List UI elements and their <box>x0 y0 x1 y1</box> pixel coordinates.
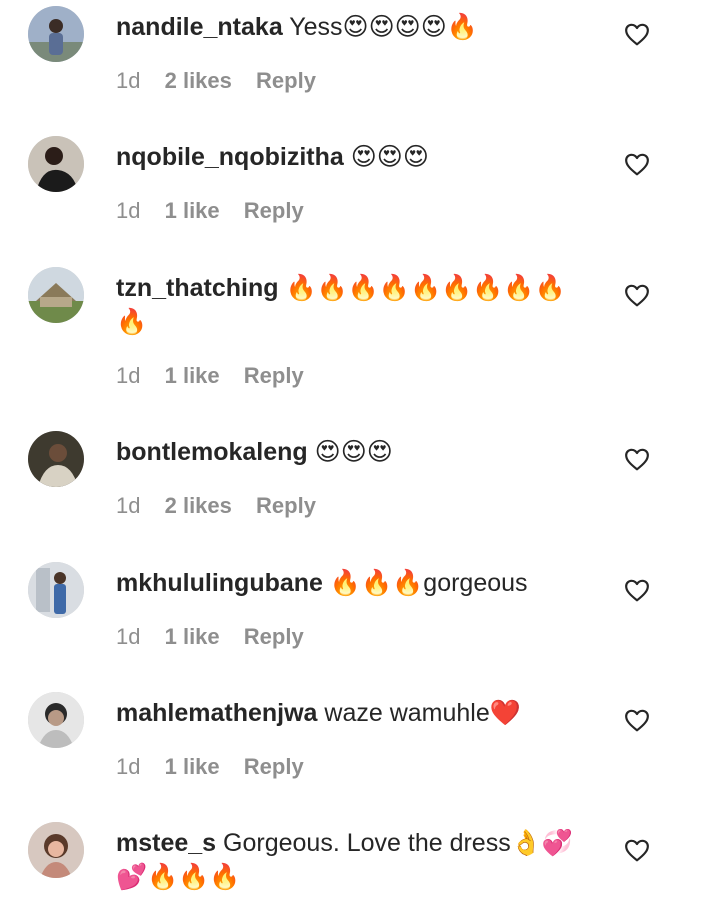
avatar[interactable] <box>28 136 84 192</box>
avatar-image <box>28 136 84 192</box>
avatar[interactable] <box>28 822 84 878</box>
comment-time: 1d <box>116 363 141 388</box>
comment-likes[interactable]: 1 like <box>165 198 220 223</box>
comment-body: mahlemathenjwa waze wamuhle❤️ 1d 1 like … <box>116 696 596 780</box>
reply-button[interactable]: Reply <box>244 363 304 388</box>
comment-meta: 1d 1 like Reply <box>116 754 596 780</box>
reply-button[interactable]: Reply <box>244 624 304 649</box>
comment-message: waze wamuhle❤️ <box>324 699 521 727</box>
comment-text: bontlemokaleng 😍😍😍 <box>116 435 596 469</box>
comment-meta: 1d 1 like Reply <box>116 363 596 389</box>
comment-time: 1d <box>116 624 141 649</box>
comment-likes[interactable]: 1 like <box>165 754 220 779</box>
comment-text: mstee_s Gorgeous. Love the dress👌💞💕🔥🔥🔥 <box>116 826 596 894</box>
avatar[interactable] <box>28 692 84 748</box>
comment-time: 1d <box>116 493 141 518</box>
comment-meta: 1d 1 like Reply <box>116 624 596 650</box>
comment-meta: 1d 2 likes Reply <box>116 493 596 519</box>
comment-likes[interactable]: 2 likes <box>165 68 232 93</box>
comment-username[interactable]: mkhululingubane <box>116 569 323 597</box>
comment-username[interactable]: bontlemokaleng <box>116 438 308 466</box>
heart-icon[interactable] <box>624 578 650 602</box>
comment-likes[interactable]: 2 likes <box>165 493 232 518</box>
comment-text: tzn_thatching 🔥🔥🔥🔥🔥🔥🔥🔥🔥 🔥 <box>116 271 596 339</box>
comment-text: mahlemathenjwa waze wamuhle❤️ <box>116 696 596 730</box>
heart-icon[interactable] <box>624 447 650 471</box>
comment-username[interactable]: tzn_thatching <box>116 274 279 302</box>
avatar[interactable] <box>28 431 84 487</box>
avatar-image <box>28 822 84 878</box>
avatar[interactable] <box>28 267 84 323</box>
avatar-image <box>28 6 84 62</box>
comment-likes[interactable]: 1 like <box>165 363 220 388</box>
comment-body: nandile_ntaka Yess😍😍😍😍🔥 1d 2 likes Reply <box>116 10 596 94</box>
comment-message: 😍😍😍 <box>314 438 393 466</box>
comment-message: 😍😍😍 <box>350 143 429 171</box>
comment-body: mstee_s Gorgeous. Love the dress👌💞💕🔥🔥🔥 <box>116 826 596 894</box>
comment-username[interactable]: mahlemathenjwa <box>116 699 317 727</box>
heart-icon[interactable] <box>624 708 650 732</box>
reply-button[interactable]: Reply <box>244 198 304 223</box>
comment-body: bontlemokaleng 😍😍😍 1d 2 likes Reply <box>116 435 596 519</box>
comment-username[interactable]: mstee_s <box>116 829 216 857</box>
avatar-image <box>28 562 84 618</box>
comment-time: 1d <box>116 68 141 93</box>
comment-meta: 1d 2 likes Reply <box>116 68 596 94</box>
comment-body: tzn_thatching 🔥🔥🔥🔥🔥🔥🔥🔥🔥 🔥 1d 1 like Repl… <box>116 271 596 389</box>
heart-icon[interactable] <box>624 22 650 46</box>
comment-username[interactable]: nqobile_nqobizitha <box>116 143 344 171</box>
comment-username[interactable]: nandile_ntaka <box>116 13 283 41</box>
reply-button[interactable]: Reply <box>244 754 304 779</box>
avatar-image <box>28 267 84 323</box>
avatar-image <box>28 431 84 487</box>
avatar[interactable] <box>28 6 84 62</box>
reply-button[interactable]: Reply <box>256 493 316 518</box>
heart-icon[interactable] <box>624 283 650 307</box>
heart-icon[interactable] <box>624 838 650 862</box>
heart-icon[interactable] <box>624 152 650 176</box>
comment-text: mkhululingubane 🔥🔥🔥gorgeous <box>116 566 596 600</box>
avatar-image <box>28 692 84 748</box>
comment-time: 1d <box>116 198 141 223</box>
avatar[interactable] <box>28 562 84 618</box>
comment-message: 🔥🔥🔥gorgeous <box>329 569 528 597</box>
reply-button[interactable]: Reply <box>256 68 316 93</box>
comment-message: Yess😍😍😍😍🔥 <box>289 13 478 41</box>
comment-text: nandile_ntaka Yess😍😍😍😍🔥 <box>116 10 596 44</box>
comment-body: nqobile_nqobizitha 😍😍😍 1d 1 like Reply <box>116 140 596 224</box>
comment-meta: 1d 1 like Reply <box>116 198 596 224</box>
comment-body: mkhululingubane 🔥🔥🔥gorgeous 1d 1 like Re… <box>116 566 596 650</box>
comment-time: 1d <box>116 754 141 779</box>
comment-likes[interactable]: 1 like <box>165 624 220 649</box>
comment-text: nqobile_nqobizitha 😍😍😍 <box>116 140 596 174</box>
